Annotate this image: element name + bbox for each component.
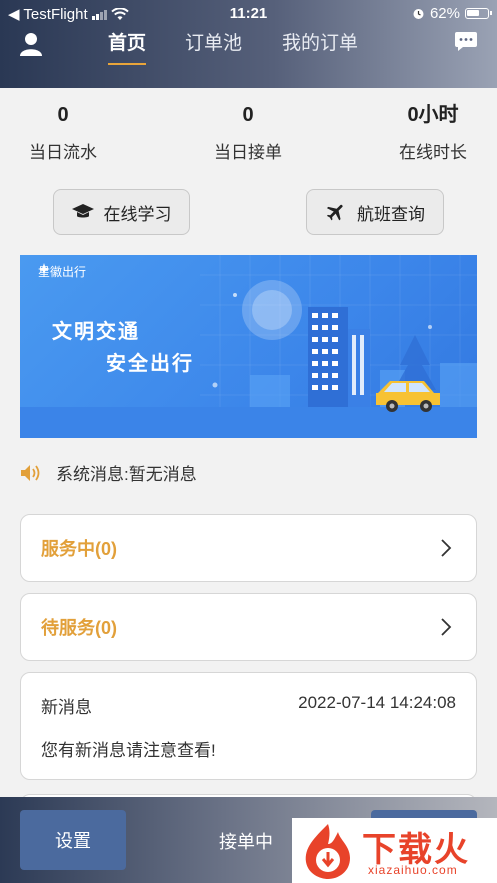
- message-title: 新消息: [41, 698, 92, 717]
- message-icon[interactable]: [455, 32, 477, 52]
- stat-value: 0小时: [407, 104, 459, 126]
- stat-online-hours: 0小时 在线时长: [378, 100, 488, 163]
- top-nav: 首页 订单池 我的订单: [0, 28, 497, 88]
- system-notice: 系统消息:暂无消息: [20, 460, 197, 485]
- system-notice-text: 系统消息:暂无消息: [56, 465, 197, 484]
- banner-slogan-line1: 文明交通: [52, 321, 140, 343]
- in-service-card[interactable]: 服务中(0): [20, 514, 477, 582]
- user-profile-icon[interactable]: [20, 32, 42, 56]
- battery-icon: [465, 8, 492, 19]
- message-body: 您有新消息请注意查看!: [41, 741, 216, 760]
- speaker-icon: [21, 464, 40, 481]
- stat-label: 在线时长: [399, 143, 467, 162]
- settings-button[interactable]: 设置: [20, 810, 126, 870]
- banner-brand: 星徽出行: [38, 263, 86, 280]
- chevron-right-icon: [441, 618, 452, 636]
- order-taking-status: 接单中: [219, 832, 273, 852]
- banner-slogan-line2: 安全出行: [106, 353, 194, 375]
- message-timestamp: 2022-07-14 14:24:08: [298, 693, 456, 712]
- daily-stats: 0 当日流水 0 当日接单 0小时 在线时长: [0, 100, 497, 175]
- stat-daily-revenue: 0 当日流水: [8, 100, 118, 163]
- pending-service-row[interactable]: 待服务(0): [21, 594, 476, 660]
- alarm-icon: [413, 9, 424, 19]
- online-study-button[interactable]: 在线学习: [53, 189, 190, 235]
- graduation-cap-icon: [71, 204, 94, 218]
- brand-logo-icon: [38, 263, 50, 275]
- in-service-title: 服务中(0): [41, 539, 117, 559]
- tab-home[interactable]: 首页: [100, 30, 154, 66]
- stat-value: 0: [242, 104, 254, 126]
- watermark: 下载火 xiazaihuo.com: [292, 818, 497, 883]
- pending-service-card[interactable]: 待服务(0): [20, 593, 477, 661]
- watermark-url: xiazaihuo.com: [368, 863, 458, 877]
- new-message-card[interactable]: 新消息 2022-07-14 14:24:08 您有新消息请注意查看!: [20, 672, 477, 780]
- stat-label: 当日接单: [214, 143, 282, 162]
- pending-service-title: 待服务(0): [41, 618, 117, 638]
- flight-query-button[interactable]: 航班查询: [306, 189, 444, 235]
- airplane-icon: [326, 204, 343, 221]
- tab-my-orders[interactable]: 我的订单: [274, 30, 366, 66]
- in-service-row[interactable]: 服务中(0): [21, 515, 476, 581]
- top-header: ◀ TestFlight 11:21 62% 首页 订单池 我的订单: [0, 0, 497, 88]
- stat-daily-orders: 0 当日接单: [193, 100, 303, 163]
- stat-value: 0: [57, 104, 69, 126]
- chevron-right-icon: [441, 539, 452, 557]
- flight-query-label: 航班查询: [357, 204, 425, 224]
- stat-label: 当日流水: [29, 143, 97, 162]
- flame-logo-icon: [305, 824, 350, 879]
- tab-order-pool[interactable]: 订单池: [177, 30, 250, 66]
- battery-percent: 62%: [429, 5, 460, 22]
- tab-bar: 首页 订单池 我的订单: [100, 30, 366, 66]
- status-bar: ◀ TestFlight 11:21 62%: [0, 0, 497, 28]
- city-illustration: [20, 255, 477, 438]
- promo-banner[interactable]: 星徽出行 文明交通 安全出行: [20, 255, 477, 438]
- online-study-label: 在线学习: [103, 204, 172, 224]
